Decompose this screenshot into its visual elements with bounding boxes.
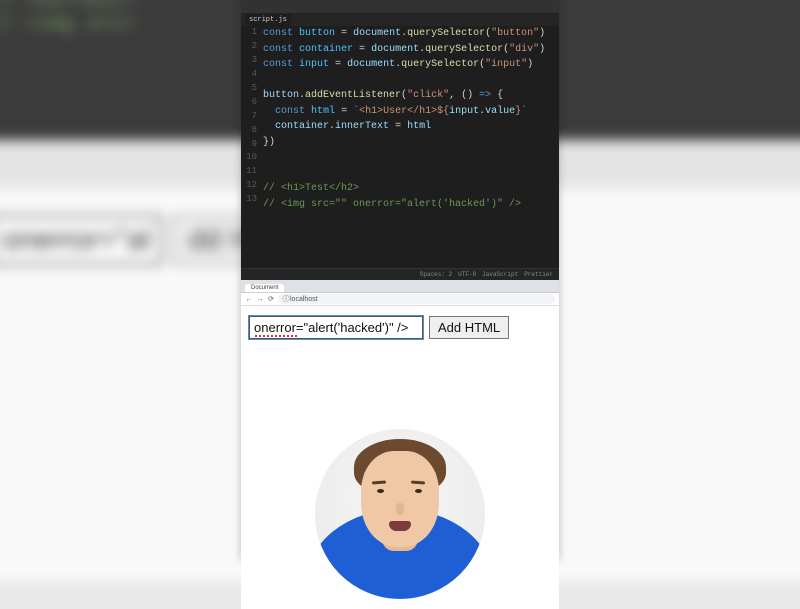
- page-content: Add HTML: [241, 306, 559, 609]
- bg-text-input: onerror="al: [0, 215, 162, 265]
- spellcheck-underline-icon: [255, 335, 299, 337]
- add-html-button[interactable]: Add HTML: [429, 316, 509, 339]
- status-encoding[interactable]: UTF-8: [458, 270, 476, 279]
- browser-tab-strip[interactable]: Document: [241, 280, 559, 292]
- editor-titlebar[interactable]: [241, 0, 559, 14]
- browser-tab[interactable]: Document: [245, 284, 284, 292]
- editor-tab-scriptjs[interactable]: script.js: [245, 14, 291, 27]
- status-language[interactable]: JavaScript: [482, 270, 518, 279]
- browser-chrome: Document ← → ⟳ ⓘ localhost: [241, 280, 559, 306]
- presenter-avatar: [315, 429, 485, 599]
- code-editor[interactable]: script.js 1 2 3 4 5 6 7 8 9 10 11 12 13 …: [241, 0, 559, 280]
- reload-icon[interactable]: ⟳: [267, 295, 275, 303]
- editor-tab-strip[interactable]: script.js: [241, 14, 559, 26]
- form-row: Add HTML: [249, 316, 509, 339]
- editor-gutter: 1 2 3 4 5 6 7 8 9 10 11 12 13: [241, 26, 261, 266]
- foreground-column: script.js 1 2 3 4 5 6 7 8 9 10 11 12 13 …: [241, 0, 559, 560]
- browser-toolbar: ← → ⟳ ⓘ localhost: [241, 292, 559, 306]
- editor-code-area[interactable]: const button = document.querySelector("b…: [263, 26, 555, 266]
- bg-code-comment: // <h2>Test< // <img src=: [0, 0, 134, 36]
- forward-icon[interactable]: →: [256, 296, 264, 303]
- back-icon[interactable]: ←: [245, 296, 253, 303]
- address-url: localhost: [290, 296, 318, 303]
- status-prettier[interactable]: Prettier: [524, 270, 553, 279]
- site-info-icon[interactable]: ⓘ: [282, 294, 290, 304]
- address-bar[interactable]: ⓘ localhost: [278, 294, 555, 304]
- status-spaces[interactable]: Spaces: 2: [420, 270, 452, 279]
- editor-statusbar[interactable]: Spaces: 2 UTF-8 JavaScript Prettier: [241, 268, 559, 280]
- presenter-avatar-wrap: [315, 429, 485, 599]
